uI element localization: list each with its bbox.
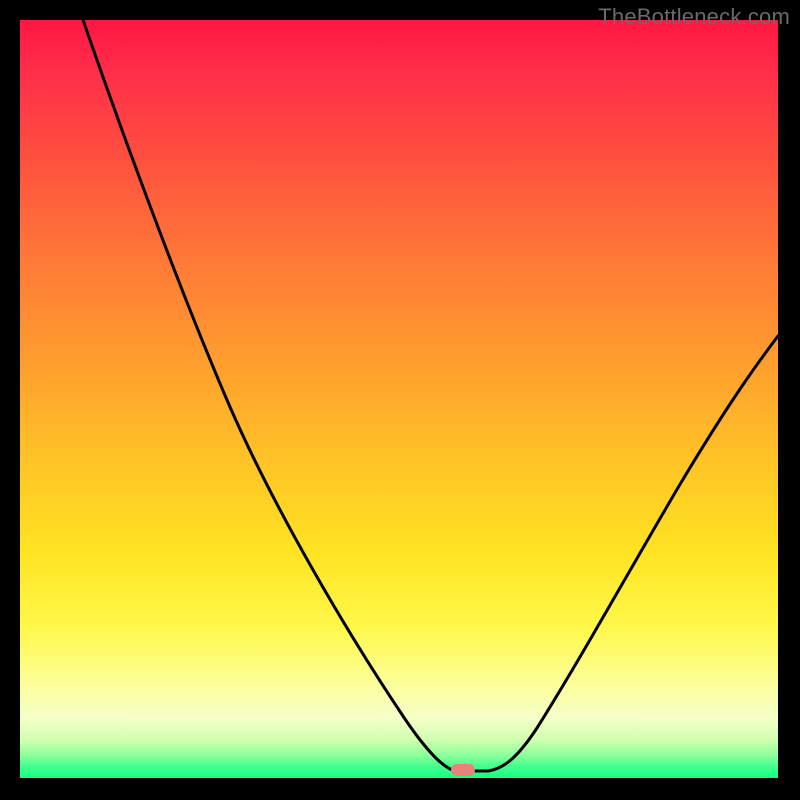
watermark-text: TheBottleneck.com [598,4,790,30]
optimal-point-marker [451,764,475,776]
curve-layer [20,20,778,778]
bottleneck-curve [83,20,778,771]
chart-frame: TheBottleneck.com [0,0,800,800]
plot-area [20,20,778,778]
